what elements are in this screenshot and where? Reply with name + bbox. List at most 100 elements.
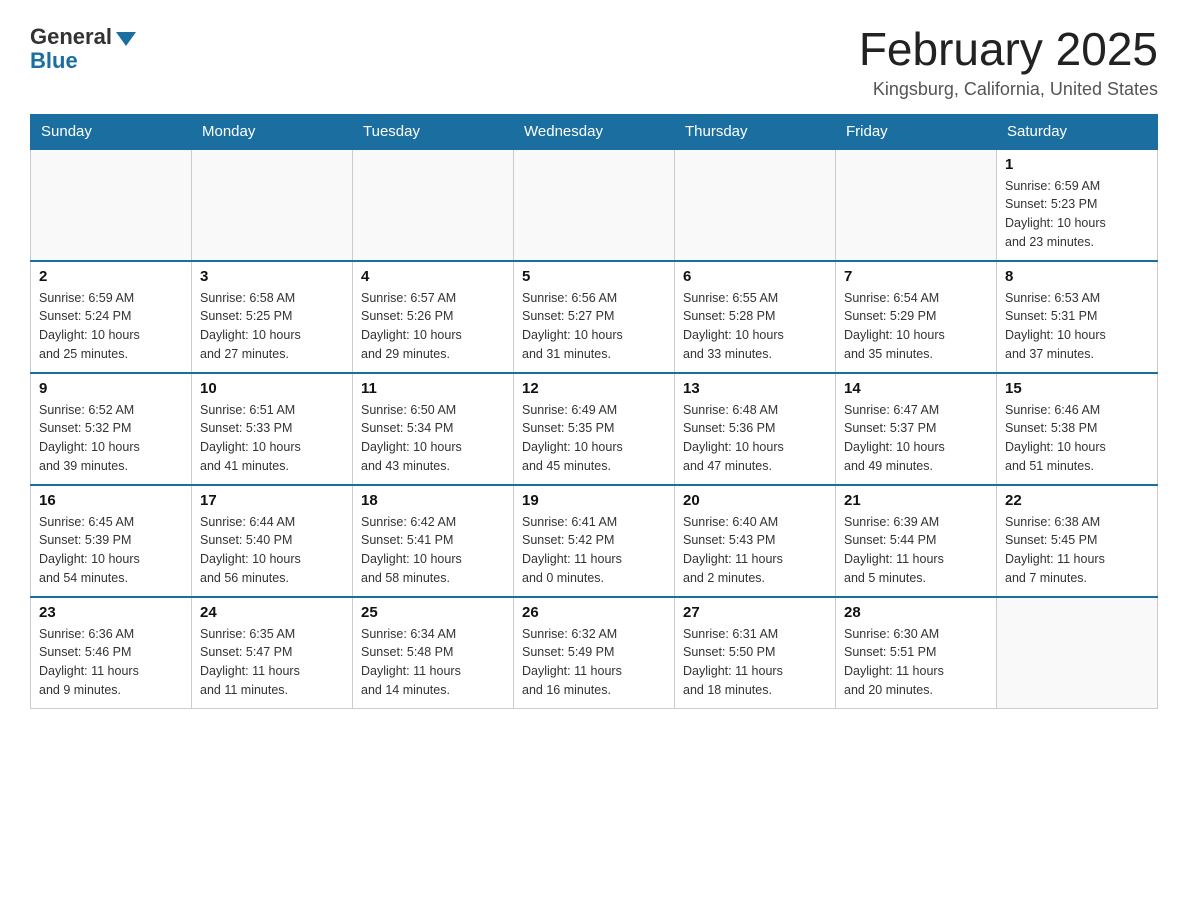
- table-row: 2 Sunrise: 6:59 AM Sunset: 5:24 PM Daylig…: [31, 261, 192, 373]
- table-row: 3 Sunrise: 6:58 AM Sunset: 5:25 PM Daylig…: [192, 261, 353, 373]
- cell-date: 24: [200, 604, 344, 621]
- cell-date: 6: [683, 268, 827, 285]
- cell-info: Sunrise: 6:50 AM Sunset: 5:34 PM Dayligh…: [361, 401, 505, 476]
- cell-info: Sunrise: 6:38 AM Sunset: 5:45 PM Dayligh…: [1005, 513, 1149, 588]
- header-thursday: Thursday: [675, 114, 836, 149]
- cell-date: 13: [683, 380, 827, 397]
- table-row: [514, 149, 675, 261]
- calendar-table: Sunday Monday Tuesday Wednesday Thursday…: [30, 114, 1158, 709]
- cell-info: Sunrise: 6:48 AM Sunset: 5:36 PM Dayligh…: [683, 401, 827, 476]
- week-row-3: 16 Sunrise: 6:45 AM Sunset: 5:39 PM Dayli…: [31, 485, 1158, 597]
- table-row: 4 Sunrise: 6:57 AM Sunset: 5:26 PM Daylig…: [353, 261, 514, 373]
- cell-date: 1: [1005, 156, 1149, 173]
- title-block: February 2025 Kingsburg, California, Uni…: [859, 24, 1158, 100]
- table-row: 15Sunrise: 6:46 AM Sunset: 5:38 PM Dayli…: [997, 373, 1158, 485]
- cell-date: 19: [522, 492, 666, 509]
- cell-date: 26: [522, 604, 666, 621]
- table-row: 17 Sunrise: 6:44 AM Sunset: 5:40 PM Dayli…: [192, 485, 353, 597]
- table-row: 21 Sunrise: 6:39 AM Sunset: 5:44 PM Dayli…: [836, 485, 997, 597]
- cell-info: Sunrise: 6:41 AM Sunset: 5:42 PM Dayligh…: [522, 513, 666, 588]
- cell-info: Sunrise: 6:32 AM Sunset: 5:49 PM Dayligh…: [522, 625, 666, 700]
- calendar-subtitle: Kingsburg, California, United States: [859, 79, 1158, 100]
- table-row: 10 Sunrise: 6:51 AM Sunset: 5:33 PM Dayli…: [192, 373, 353, 485]
- cell-date: 27: [683, 604, 827, 621]
- cell-date: 9: [39, 380, 183, 397]
- cell-info: Sunrise: 6:34 AM Sunset: 5:48 PM Dayligh…: [361, 625, 505, 700]
- table-row: 7 Sunrise: 6:54 AM Sunset: 5:29 PM Daylig…: [836, 261, 997, 373]
- table-row: 14Sunrise: 6:47 AM Sunset: 5:37 PM Dayli…: [836, 373, 997, 485]
- cell-date: 4: [361, 268, 505, 285]
- cell-info: Sunrise: 6:55 AM Sunset: 5:28 PM Dayligh…: [683, 289, 827, 364]
- cell-date: 18: [361, 492, 505, 509]
- header-saturday: Saturday: [997, 114, 1158, 149]
- table-row: 12Sunrise: 6:49 AM Sunset: 5:35 PM Dayli…: [514, 373, 675, 485]
- cell-date: 10: [200, 380, 344, 397]
- cell-date: 23: [39, 604, 183, 621]
- table-row: 24 Sunrise: 6:35 AM Sunset: 5:47 PM Dayli…: [192, 597, 353, 709]
- header-wednesday: Wednesday: [514, 114, 675, 149]
- table-row: 19 Sunrise: 6:41 AM Sunset: 5:42 PM Dayli…: [514, 485, 675, 597]
- week-row-4: 23 Sunrise: 6:36 AM Sunset: 5:46 PM Dayli…: [31, 597, 1158, 709]
- cell-info: Sunrise: 6:58 AM Sunset: 5:25 PM Dayligh…: [200, 289, 344, 364]
- cell-date: 8: [1005, 268, 1149, 285]
- cell-date: 16: [39, 492, 183, 509]
- cell-date: 2: [39, 268, 183, 285]
- cell-info: Sunrise: 6:52 AM Sunset: 5:32 PM Dayligh…: [39, 401, 183, 476]
- week-row-2: 9 Sunrise: 6:52 AM Sunset: 5:32 PM Daylig…: [31, 373, 1158, 485]
- table-row: 20 Sunrise: 6:40 AM Sunset: 5:43 PM Dayli…: [675, 485, 836, 597]
- table-row: [675, 149, 836, 261]
- cell-info: Sunrise: 6:59 AM Sunset: 5:24 PM Dayligh…: [39, 289, 183, 364]
- cell-info: Sunrise: 6:30 AM Sunset: 5:51 PM Dayligh…: [844, 625, 988, 700]
- cell-info: Sunrise: 6:36 AM Sunset: 5:46 PM Dayligh…: [39, 625, 183, 700]
- cell-info: Sunrise: 6:35 AM Sunset: 5:47 PM Dayligh…: [200, 625, 344, 700]
- logo: General Blue: [30, 24, 136, 74]
- cell-info: Sunrise: 6:39 AM Sunset: 5:44 PM Dayligh…: [844, 513, 988, 588]
- cell-date: 5: [522, 268, 666, 285]
- table-row: 5 Sunrise: 6:56 AM Sunset: 5:27 PM Daylig…: [514, 261, 675, 373]
- page-header: General Blue February 2025 Kingsburg, Ca…: [30, 24, 1158, 100]
- table-row: 9 Sunrise: 6:52 AM Sunset: 5:32 PM Daylig…: [31, 373, 192, 485]
- table-row: 27 Sunrise: 6:31 AM Sunset: 5:50 PM Dayli…: [675, 597, 836, 709]
- table-row: 6 Sunrise: 6:55 AM Sunset: 5:28 PM Daylig…: [675, 261, 836, 373]
- cell-date: 17: [200, 492, 344, 509]
- cell-info: Sunrise: 6:59 AM Sunset: 5:23 PM Dayligh…: [1005, 177, 1149, 252]
- cell-date: 21: [844, 492, 988, 509]
- cell-info: Sunrise: 6:56 AM Sunset: 5:27 PM Dayligh…: [522, 289, 666, 364]
- table-row: 13 Sunrise: 6:48 AM Sunset: 5:36 PM Dayli…: [675, 373, 836, 485]
- logo-general-text: General: [30, 24, 112, 50]
- cell-info: Sunrise: 6:54 AM Sunset: 5:29 PM Dayligh…: [844, 289, 988, 364]
- table-row: 25 Sunrise: 6:34 AM Sunset: 5:48 PM Dayli…: [353, 597, 514, 709]
- week-row-1: 2 Sunrise: 6:59 AM Sunset: 5:24 PM Daylig…: [31, 261, 1158, 373]
- header-monday: Monday: [192, 114, 353, 149]
- header-sunday: Sunday: [31, 114, 192, 149]
- cell-date: 3: [200, 268, 344, 285]
- cell-info: Sunrise: 6:42 AM Sunset: 5:41 PM Dayligh…: [361, 513, 505, 588]
- table-row: 23 Sunrise: 6:36 AM Sunset: 5:46 PM Dayli…: [31, 597, 192, 709]
- cell-date: 20: [683, 492, 827, 509]
- cell-info: Sunrise: 6:53 AM Sunset: 5:31 PM Dayligh…: [1005, 289, 1149, 364]
- table-row: 28 Sunrise: 6:30 AM Sunset: 5:51 PM Dayli…: [836, 597, 997, 709]
- cell-info: Sunrise: 6:45 AM Sunset: 5:39 PM Dayligh…: [39, 513, 183, 588]
- cell-info: Sunrise: 6:51 AM Sunset: 5:33 PM Dayligh…: [200, 401, 344, 476]
- cell-info: Sunrise: 6:57 AM Sunset: 5:26 PM Dayligh…: [361, 289, 505, 364]
- cell-info: Sunrise: 6:49 AM Sunset: 5:35 PM Dayligh…: [522, 401, 666, 476]
- header-friday: Friday: [836, 114, 997, 149]
- cell-date: 15: [1005, 380, 1149, 397]
- table-row: 18 Sunrise: 6:42 AM Sunset: 5:41 PM Dayli…: [353, 485, 514, 597]
- week-row-0: 1 Sunrise: 6:59 AM Sunset: 5:23 PM Daylig…: [31, 149, 1158, 261]
- cell-date: 28: [844, 604, 988, 621]
- table-row: [31, 149, 192, 261]
- table-row: [997, 597, 1158, 709]
- cell-info: Sunrise: 6:44 AM Sunset: 5:40 PM Dayligh…: [200, 513, 344, 588]
- table-row: 8 Sunrise: 6:53 AM Sunset: 5:31 PM Daylig…: [997, 261, 1158, 373]
- cell-date: 22: [1005, 492, 1149, 509]
- cell-date: 7: [844, 268, 988, 285]
- calendar-header-row: Sunday Monday Tuesday Wednesday Thursday…: [31, 114, 1158, 149]
- logo-arrow-icon: [116, 32, 136, 46]
- cell-date: 25: [361, 604, 505, 621]
- cell-info: Sunrise: 6:40 AM Sunset: 5:43 PM Dayligh…: [683, 513, 827, 588]
- cell-info: Sunrise: 6:31 AM Sunset: 5:50 PM Dayligh…: [683, 625, 827, 700]
- table-row: 1 Sunrise: 6:59 AM Sunset: 5:23 PM Daylig…: [997, 149, 1158, 261]
- table-row: [192, 149, 353, 261]
- header-tuesday: Tuesday: [353, 114, 514, 149]
